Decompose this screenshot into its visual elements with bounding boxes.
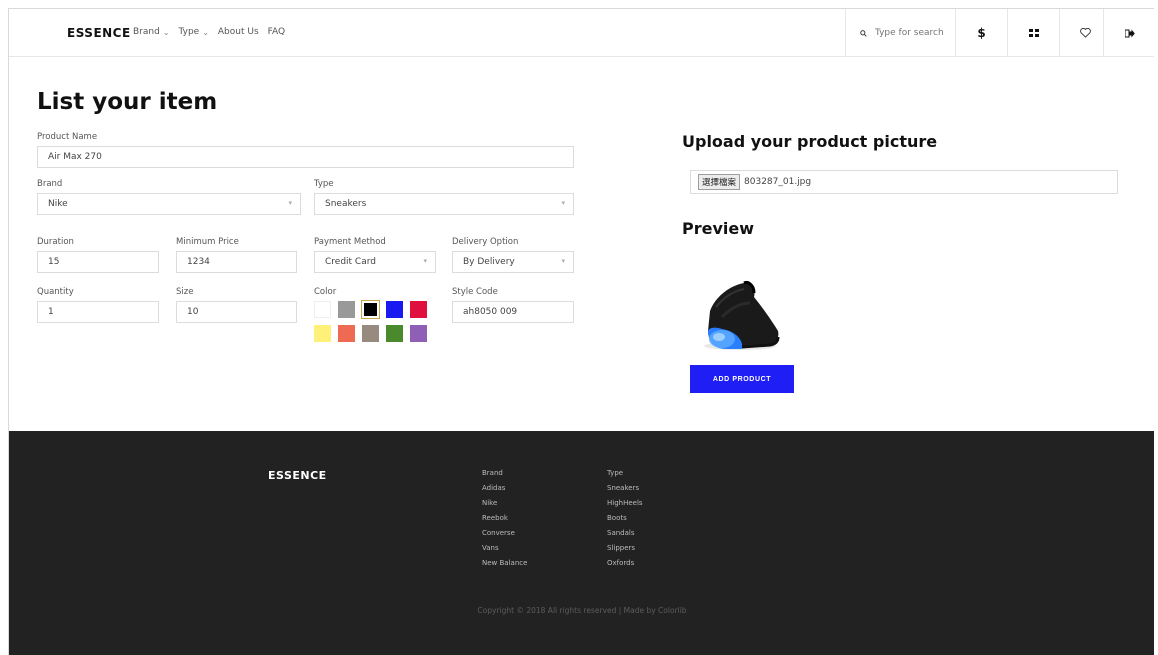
color-swatch[interactable] — [314, 301, 331, 318]
footer-link[interactable]: Oxfords — [607, 559, 643, 568]
style-code-label: Style Code — [452, 287, 498, 297]
color-swatch[interactable] — [386, 301, 403, 318]
color-swatch[interactable] — [314, 325, 331, 342]
menu-item-brand[interactable]: Brand ⌄ — [133, 27, 170, 37]
search-icon[interactable] — [860, 29, 867, 38]
product-name-input[interactable]: Air Max 270 — [37, 146, 574, 168]
footer-link[interactable]: Adidas — [482, 484, 527, 493]
color-swatch[interactable] — [410, 325, 427, 342]
menu-item-type[interactable]: Type ⌄ — [179, 27, 209, 37]
dollar-icon[interactable]: $ — [955, 9, 1007, 57]
type-select[interactable]: Sneakers — [314, 193, 574, 215]
choose-file-button[interactable]: 選擇檔案 — [698, 174, 741, 190]
size-input[interactable]: 10 — [176, 301, 297, 323]
menu-item-label: Type — [178, 27, 200, 37]
size-label: Size — [176, 287, 194, 297]
logout-icon[interactable] — [1103, 9, 1154, 57]
delivery-option-select[interactable]: By Delivery — [452, 251, 574, 273]
top-nav: ESSENCE Brand⌄ Type⌄ About Us FAQ $ — [9, 9, 1154, 57]
brand-select[interactable]: Nike — [37, 193, 301, 215]
footer-column-heading: Brand — [482, 469, 503, 477]
file-input[interactable]: 選擇檔案 803287_01.jpg — [690, 170, 1118, 194]
quantity-input[interactable]: 1 — [37, 301, 159, 323]
preview-title: Preview — [682, 219, 755, 238]
color-swatch[interactable] — [362, 325, 379, 342]
payment-method-label: Payment Method — [314, 237, 386, 247]
menu-item-label: Brand — [133, 27, 160, 37]
color-swatch[interactable] — [386, 325, 403, 342]
file-name: 803287_01.jpg — [744, 177, 812, 187]
footer-link[interactable]: Reebok — [482, 514, 527, 523]
type-label: Type — [314, 179, 334, 189]
footer-link[interactable]: HighHeels — [607, 499, 643, 508]
footer-link[interactable]: Boots — [607, 514, 643, 523]
minimum-price-input[interactable]: 1234 — [176, 251, 297, 273]
color-swatch[interactable] — [338, 325, 355, 342]
search-input[interactable] — [875, 28, 955, 38]
product-name-label: Product Name — [37, 132, 98, 142]
search-box — [845, 9, 955, 57]
footer: ESSENCE Brand Adidas Nike Reebok Converse Van… — [9, 431, 1154, 655]
copyright-text: Copyright © 2018 All rights reserved | M… — [477, 606, 687, 615]
footer-link[interactable]: New Balance — [482, 559, 527, 568]
style-code-input[interactable]: ah8050 009 — [452, 301, 574, 323]
chevron-down-icon: ⌄ — [162, 27, 170, 37]
delivery-option-label: Delivery Option — [452, 237, 519, 247]
footer-brand-column: Brand Adidas Nike Reebok Converse Vans New Bal… — [482, 469, 527, 568]
footer-link[interactable]: Nike — [482, 499, 527, 508]
footer-link[interactable]: Converse — [482, 529, 527, 538]
footer-column-heading: Type — [607, 469, 624, 477]
payment-method-select[interactable]: Credit Card — [314, 251, 436, 273]
brand-label: Brand — [37, 179, 63, 189]
menu-item-faq[interactable]: FAQ — [268, 27, 285, 37]
duration-label: Duration — [37, 237, 74, 247]
color-label: Color — [314, 287, 337, 297]
color-swatch[interactable] — [338, 301, 355, 318]
minimum-price-label: Minimum Price — [176, 237, 239, 247]
footer-link[interactable]: Slippers — [607, 544, 643, 553]
footer-logo[interactable]: ESSENCE — [268, 469, 327, 482]
shoe-preview-image — [704, 281, 780, 350]
footer-link[interactable]: Sandals — [607, 529, 643, 538]
upload-title: Upload your product picture — [682, 132, 938, 151]
duration-input[interactable]: 15 — [37, 251, 159, 273]
menu-item-about-us[interactable]: About Us — [218, 27, 259, 37]
page: ESSENCE Brand⌄ Type⌄ About Us FAQ $ List… — [8, 8, 1154, 655]
footer-type-column: Type Sneakers HighHeels Boots Sandals Slipper… — [607, 469, 643, 568]
color-swatch[interactable] — [361, 300, 380, 319]
quantity-label: Quantity — [37, 287, 74, 297]
add-product-button[interactable]: ADD PRODUCT — [690, 365, 794, 393]
site-logo[interactable]: ESSENCE — [67, 26, 131, 40]
main-menu: Brand ⌄ Type ⌄ About Us FAQ — [133, 27, 285, 37]
page-title: List your item — [37, 89, 218, 115]
color-swatch[interactable] — [410, 301, 427, 318]
grid-icon[interactable] — [1007, 9, 1059, 57]
footer-link[interactable]: Sneakers — [607, 484, 643, 493]
chevron-down-icon: ⌄ — [202, 27, 209, 37]
footer-link[interactable]: Vans — [482, 544, 527, 553]
